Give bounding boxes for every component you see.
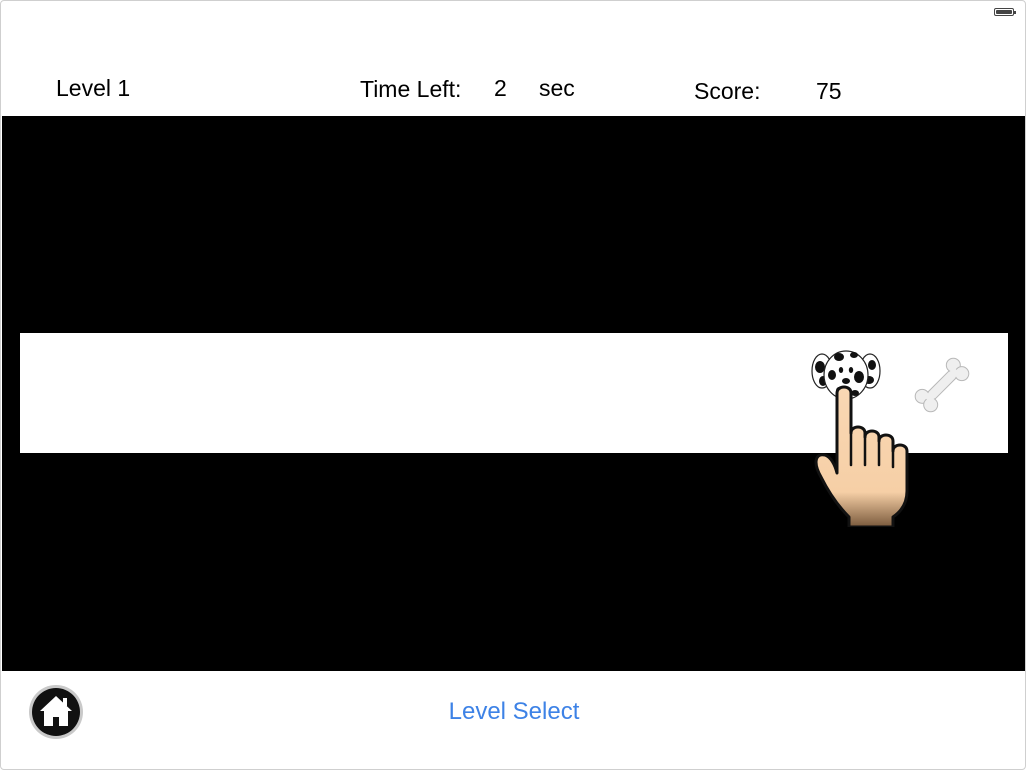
pointing-hand-icon bbox=[814, 385, 909, 527]
time-left-label: Time Left: bbox=[360, 76, 462, 102]
level-select-button[interactable]: Level Select bbox=[1, 698, 1025, 726]
level-label: Level 1 bbox=[56, 75, 131, 101]
game-screen: Level 1 Time Left: 2 sec Score: 75 Level… bbox=[0, 0, 1026, 770]
time-unit-label: sec bbox=[539, 75, 575, 101]
score-value: 75 bbox=[816, 78, 842, 104]
battery-icon bbox=[994, 8, 1016, 16]
time-left-value: 2 bbox=[494, 75, 507, 101]
score-label: Score: bbox=[694, 78, 761, 104]
